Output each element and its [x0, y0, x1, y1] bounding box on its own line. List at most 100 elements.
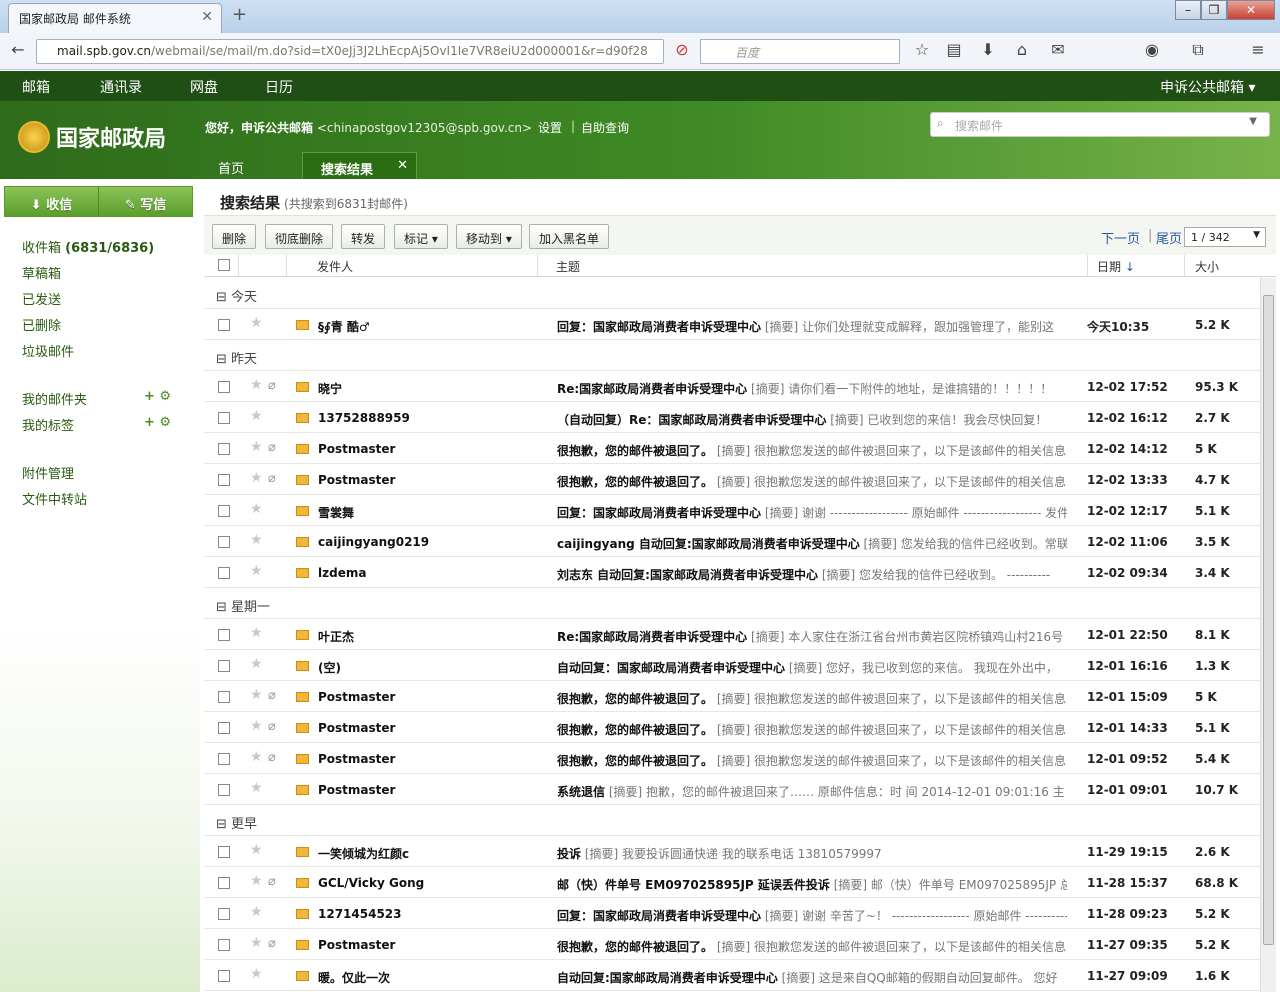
row-subject[interactable]: 回复：国家邮政局消费者申诉受理中心 [摘要] 谢谢 --------------… [557, 504, 1067, 521]
star-icon[interactable]: ★ [250, 935, 263, 951]
blacklist-button[interactable]: 加入黑名单 [529, 224, 610, 249]
add-folder-icon[interactable]: + ⚙ [144, 389, 171, 404]
col-subject[interactable]: 主题 [556, 258, 580, 275]
group-header[interactable]: ⊟ 星期一 [204, 588, 1260, 619]
row-checkbox[interactable] [218, 846, 230, 858]
star-icon[interactable]: ★ [250, 563, 263, 579]
row-checkbox[interactable] [218, 877, 230, 889]
sidebar-item-file-transfer[interactable]: 文件中转站 [22, 489, 87, 508]
row-subject[interactable]: 回复：国家邮政局消费者申诉受理中心 [摘要] 让你们处理就变成解释，跟加强管理了… [557, 318, 1067, 335]
row-checkbox[interactable] [218, 412, 230, 424]
tab-search-results[interactable]: 搜索结果 ✕ [302, 152, 417, 179]
row-checkbox[interactable] [218, 629, 230, 641]
table-row[interactable]: ★ ⌀ Postmaster 很抱歉，您的邮件被退回了。 [摘要] 很抱歉您发送的邮件… [204, 743, 1260, 774]
mail-search-input[interactable]: ⌕ 搜索邮件 ▼ [930, 112, 1270, 137]
table-row[interactable]: ★ ⌀ 晓宁 Re:国家邮政局消费者申诉受理中心 [摘要] 请你们看一下附件的地址，是… [204, 371, 1260, 402]
star-icon[interactable]: ★ [250, 687, 263, 703]
nav-calendar[interactable]: 日历 [265, 77, 293, 97]
purge-button[interactable]: 彻底删除 [265, 224, 334, 249]
maximize-icon[interactable]: ❐ [1201, 0, 1227, 20]
col-size[interactable]: 大小 [1195, 258, 1219, 275]
row-subject[interactable]: 很抱歉，您的邮件被退回了。 [摘要] 很抱歉您发送的邮件被退回来了，以下是该邮件… [557, 690, 1067, 707]
star-icon[interactable]: ★ [250, 532, 263, 548]
star-icon[interactable]: ★ [250, 749, 263, 765]
sidebar-item-inbox[interactable]: 收件箱 (6831/6836) [22, 237, 154, 256]
table-row[interactable]: ★ 暖。仅此一次 自动回复:国家邮政局消费者申诉受理中心 [摘要] 这是来自QQ邮箱… [204, 960, 1260, 991]
addon-icon[interactable]: ⊘ [670, 40, 694, 59]
row-subject[interactable]: 自动回复：国家邮政局消费者申诉受理中心 [摘要] 您好，我已收到您的来信。 我现… [557, 659, 1067, 676]
sidebar-item-spam[interactable]: 垃圾邮件 [22, 341, 74, 360]
row-checkbox[interactable] [218, 505, 230, 517]
table-row[interactable]: ★ ⌀ Postmaster 很抱歉，您的邮件被退回了。 [摘要] 很抱歉您发送的邮件… [204, 712, 1260, 743]
table-row[interactable]: ★ ⌀ Postmaster 很抱歉，您的邮件被退回了。 [摘要] 很抱歉您发送的邮件… [204, 929, 1260, 960]
group-header[interactable]: ⊟ 昨天 [204, 340, 1260, 371]
last-page-link[interactable]: 尾页 [1156, 228, 1182, 247]
col-sender[interactable]: 发件人 [317, 258, 353, 275]
table-row[interactable]: ★ 一笑倾城为红颜c 投诉 [摘要] 我要投诉圆通快递 我的联系电话 1381057… [204, 836, 1260, 867]
row-subject[interactable]: Re:国家邮政局消费者申诉受理中心 [摘要] 请你们看一下附件的地址，是谁搞错的… [557, 380, 1067, 397]
table-row[interactable]: ★ Postmaster 系统退信 [摘要] 抱歉，您的邮件被退回来了…… 原邮件信… [204, 774, 1260, 805]
scrollbar[interactable] [1260, 278, 1276, 992]
row-checkbox[interactable] [218, 939, 230, 951]
browser-search-input[interactable]: 百度 [700, 39, 900, 64]
star-icon[interactable]: ★ [250, 656, 263, 672]
row-subject[interactable]: 很抱歉，您的邮件被退回了。 [摘要] 很抱歉您发送的邮件被退回来了，以下是该邮件… [557, 442, 1067, 459]
chat-icon[interactable]: ✉ [1046, 40, 1070, 59]
move-button[interactable]: 移动到 ▾ [456, 224, 522, 249]
sidebar-item-my-folders[interactable]: 我的邮件夹 + ⚙ [22, 389, 182, 408]
page-select[interactable]: 1 / 342 ▼ [1184, 227, 1266, 247]
star-icon[interactable]: ★ [250, 780, 263, 796]
row-subject[interactable]: 很抱歉，您的邮件被退回了。 [摘要] 很抱歉您发送的邮件被退回来了，以下是该邮件… [557, 721, 1067, 738]
table-row[interactable]: ★ 1271454523 回复：国家邮政局消费者申诉受理中心 [摘要] 谢谢 辛苦了… [204, 898, 1260, 929]
add-tag-icon[interactable]: + ⚙ [144, 415, 171, 430]
star-icon[interactable]: ★ [250, 966, 263, 982]
star-icon[interactable]: ★ [250, 842, 263, 858]
settings-link[interactable]: 设置 [538, 119, 562, 136]
table-row[interactable]: ★ ⌀ Postmaster 很抱歉，您的邮件被退回了。 [摘要] 很抱歉您发送的邮件… [204, 433, 1260, 464]
row-subject[interactable]: 回复：国家邮政局消费者申诉受理中心 [摘要] 谢谢 辛苦了~！ --------… [557, 907, 1067, 924]
table-row[interactable]: ★ §∮青 酷♂ 回复：国家邮政局消费者申诉受理中心 [摘要] 让你们处理就变成解释… [204, 309, 1260, 340]
sidebar-item-deleted[interactable]: 已删除 [22, 315, 61, 334]
account-menu[interactable]: 申诉公共邮箱 ▾ [1160, 77, 1255, 97]
crop-icon[interactable]: ⧉ [1186, 40, 1210, 60]
compose-button[interactable]: ✎ 写信 [99, 187, 192, 216]
row-checkbox[interactable] [218, 908, 230, 920]
row-subject[interactable]: （自动回复）Re：国家邮政局消费者申诉受理中心 [摘要] 已收到您的来信！我会尽… [557, 411, 1067, 428]
table-row[interactable]: ★ 13752888959 （自动回复）Re：国家邮政局消费者申诉受理中心 [摘要]… [204, 402, 1260, 433]
close-window-icon[interactable]: ✕ [1227, 0, 1275, 20]
row-subject[interactable]: 刘志东 自动回复:国家邮政局消费者申诉受理中心 [摘要] 您发给我的信件已经收到… [557, 566, 1067, 583]
browser-tab[interactable]: 国家邮政局 邮件系统 ✕ [8, 3, 222, 33]
row-checkbox[interactable] [218, 381, 230, 393]
row-checkbox[interactable] [218, 319, 230, 331]
download-icon[interactable]: ⬇ [976, 40, 1000, 59]
row-checkbox[interactable] [218, 691, 230, 703]
star-icon[interactable]: ★ [250, 625, 263, 641]
chevron-down-icon[interactable]: ▼ [1249, 116, 1257, 127]
star-icon[interactable]: ★ [250, 904, 263, 920]
row-checkbox[interactable] [218, 784, 230, 796]
forward-button[interactable]: 转发 [341, 224, 386, 249]
row-subject[interactable]: 系统退信 [摘要] 抱歉，您的邮件被退回来了…… 原邮件信息：时 间 2014-… [557, 783, 1067, 800]
row-checkbox[interactable] [218, 722, 230, 734]
star-icon[interactable]: ★ [250, 315, 263, 331]
new-tab-icon[interactable]: + [232, 4, 247, 25]
bookmark-star-icon[interactable]: ☆ [910, 40, 934, 59]
home-icon[interactable]: ⌂ [1010, 40, 1034, 59]
star-icon[interactable]: ★ [250, 439, 263, 455]
nav-disk[interactable]: 网盘 [190, 77, 218, 97]
table-row[interactable]: ★ ⌀ Postmaster 很抱歉，您的邮件被退回了。 [摘要] 很抱歉您发送的邮件… [204, 681, 1260, 712]
star-icon[interactable]: ★ [250, 501, 263, 517]
selfquery-link[interactable]: 自助查询 [581, 119, 629, 136]
minimize-icon[interactable]: – [1175, 0, 1201, 20]
back-icon[interactable]: ← [6, 40, 30, 59]
delete-button[interactable]: 删除 [212, 224, 257, 249]
row-checkbox[interactable] [218, 753, 230, 765]
scrollbar-thumb[interactable] [1263, 295, 1274, 945]
select-all-checkbox[interactable] [218, 259, 230, 271]
sidebar-item-attachments[interactable]: 附件管理 [22, 463, 74, 482]
menu-icon[interactable]: ≡ [1246, 40, 1270, 59]
row-checkbox[interactable] [218, 660, 230, 672]
row-checkbox[interactable] [218, 567, 230, 579]
table-row[interactable]: ★ 叶正杰 Re:国家邮政局消费者申诉受理中心 [摘要] 本人家住在浙江省台州市黄岩… [204, 619, 1260, 650]
next-page-link[interactable]: 下一页 [1101, 228, 1140, 247]
